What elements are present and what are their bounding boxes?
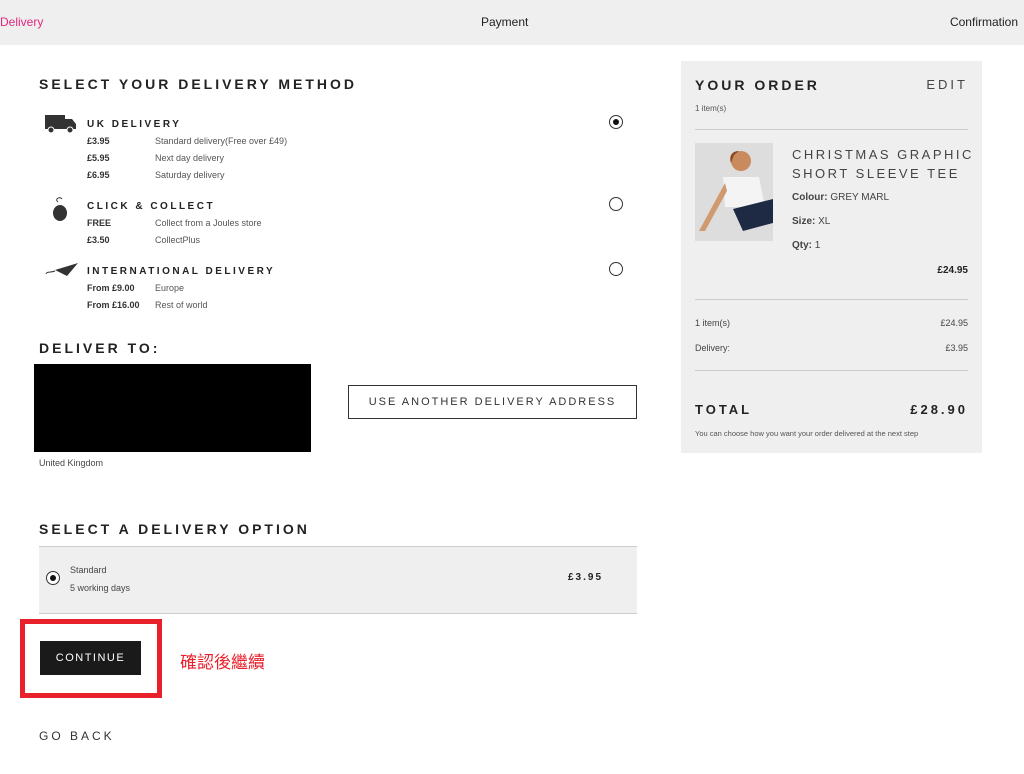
price: From £9.00 <box>87 283 135 293</box>
option-price: £3.95 <box>568 572 604 583</box>
truck-icon <box>45 115 76 134</box>
standard-option-radio[interactable] <box>46 571 60 585</box>
price: FREE <box>87 218 112 228</box>
size-value: XL <box>818 216 831 227</box>
use-another-address-button[interactable]: USE ANOTHER DELIVERY ADDRESS <box>348 385 637 419</box>
option-name: Standard <box>70 565 107 575</box>
address-country: United Kingdom <box>39 458 104 468</box>
desc: Collect from a Joules store <box>155 218 262 228</box>
product-price: £24.95 <box>937 265 968 276</box>
deliver-to-title: DELIVER TO: <box>39 340 161 356</box>
order-item-count: 1 item(s) <box>695 104 727 113</box>
divider <box>695 370 968 371</box>
desc: Saturday delivery <box>155 170 225 180</box>
colour-value: GREY MARL <box>830 192 890 203</box>
price: £5.95 <box>87 153 110 163</box>
step-payment[interactable]: Payment <box>481 15 528 29</box>
delivery-label: Delivery: <box>695 343 731 353</box>
delivery-value: £3.95 <box>945 343 968 353</box>
desc: CollectPlus <box>155 235 201 245</box>
delivery-option-standard[interactable]: Standard 5 working days £3.95 <box>39 546 637 614</box>
order-note: You can choose how you want your order d… <box>695 429 919 438</box>
desc: Rest of world <box>155 300 208 310</box>
desc: Next day delivery <box>155 153 225 163</box>
delivery-method-title: SELECT YOUR DELIVERY METHOD <box>39 76 357 92</box>
divider <box>695 299 968 300</box>
product-image <box>695 143 773 241</box>
go-back-link[interactable]: GO BACK <box>39 729 115 743</box>
desc: Europe <box>155 283 185 293</box>
option-days: 5 working days <box>70 583 131 593</box>
edit-order-link[interactable]: EDIT <box>926 77 968 92</box>
desc: Standard delivery(Free over £49) <box>155 136 288 146</box>
uk-delivery-label: UK DELIVERY <box>87 119 182 130</box>
delivery-option-title: SELECT A DELIVERY OPTION <box>39 521 310 537</box>
continue-button[interactable]: CONTINUE <box>40 641 141 675</box>
colour-label: Colour: <box>792 192 828 203</box>
order-title: YOUR ORDER <box>695 77 820 93</box>
size-label: Size: <box>792 216 816 227</box>
click-collect-label: CLICK & COLLECT <box>87 201 216 212</box>
annotation-text: 確認後繼續 <box>180 653 265 673</box>
qty-label: Qty: <box>792 240 812 251</box>
total-label: TOTAL <box>695 402 753 417</box>
product-name-line1: CHRISTMAS GRAPHIC <box>792 147 974 162</box>
international-label: INTERNATIONAL DELIVERY <box>87 266 276 277</box>
qty-value: 1 <box>814 240 821 251</box>
price: £3.95 <box>87 136 110 146</box>
price: £3.50 <box>87 235 110 245</box>
subtotal-label: 1 item(s) <box>695 318 731 328</box>
mouse-icon <box>53 197 67 221</box>
paper-plane-icon <box>45 263 78 276</box>
step-delivery[interactable]: Delivery <box>0 15 43 29</box>
click-collect-radio[interactable] <box>609 197 623 211</box>
price: £6.95 <box>87 170 110 180</box>
uk-delivery-radio[interactable] <box>609 115 623 129</box>
total-value: £28.90 <box>910 402 968 417</box>
step-confirmation[interactable]: Confirmation <box>950 15 1018 29</box>
price: From £16.00 <box>87 300 140 310</box>
subtotal-value: £24.95 <box>940 318 968 328</box>
product-name-line2: SHORT SLEEVE TEE <box>792 166 960 181</box>
redacted-address <box>34 364 311 452</box>
order-summary: YOUR ORDER EDIT 1 item(s) CHRISTMAS GRAP… <box>681 61 982 453</box>
international-radio[interactable] <box>609 262 623 276</box>
divider <box>695 129 968 130</box>
checkout-steps: Delivery Payment Confirmation <box>0 0 1024 45</box>
